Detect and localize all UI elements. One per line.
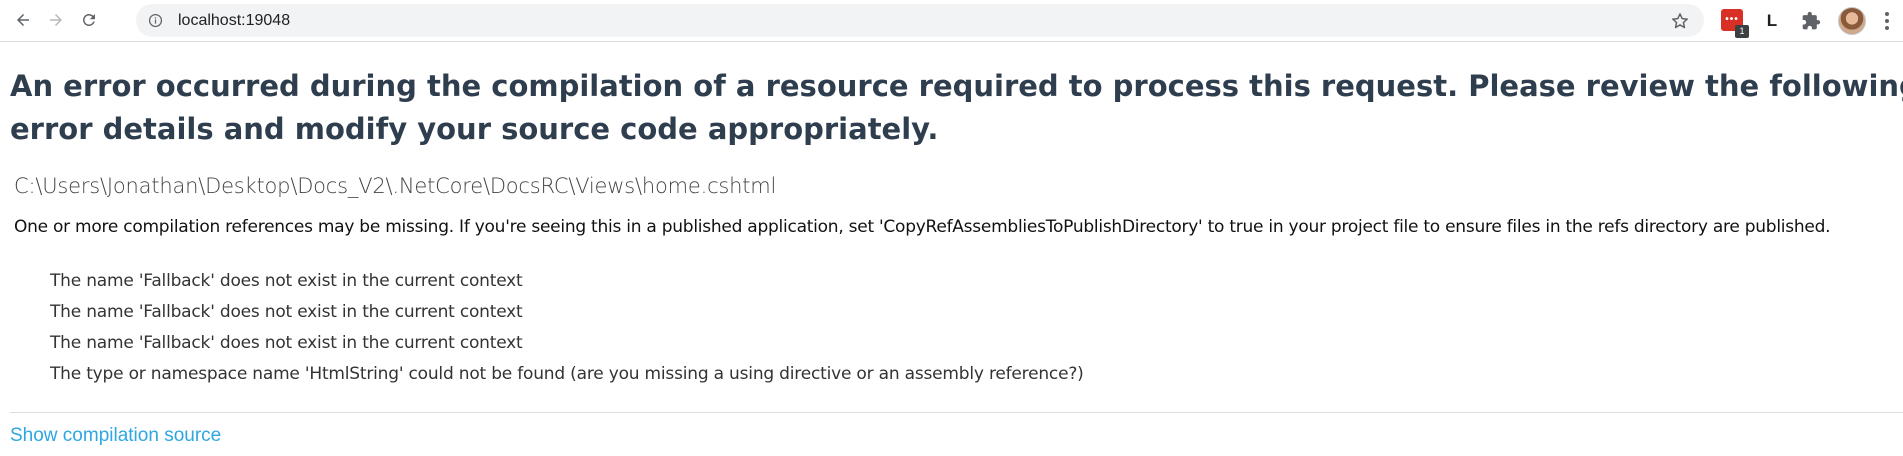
extension-badge: 1: [1735, 25, 1749, 38]
error-item: The name 'Fallback' does not exist in th…: [50, 271, 523, 291]
error-explanation: One or more compilation references may b…: [14, 217, 1831, 237]
error-list: The name 'Fallback' does not exist in th…: [50, 271, 1084, 395]
error-item: The type or namespace name 'HtmlString' …: [50, 364, 1084, 384]
arrow-right-icon: [50, 14, 62, 26]
extension-button-l[interactable]: L: [1762, 9, 1782, 33]
reload-icon: [82, 13, 95, 26]
puzzle-icon: [1802, 11, 1821, 30]
show-compilation-source-link[interactable]: Show compilation source: [10, 425, 221, 447]
source-file-path: C:\Users\Jonathan\Desktop\Docs_V2\.NetCo…: [14, 174, 777, 198]
address-bar[interactable]: localhost:19048: [136, 4, 1704, 37]
star-icon[interactable]: [1670, 11, 1690, 31]
extensions-button[interactable]: [1799, 9, 1823, 33]
error-page: An error occurred during the compilation…: [0, 43, 1903, 456]
info-icon[interactable]: [148, 13, 163, 28]
reload-button[interactable]: [75, 5, 103, 35]
url-text[interactable]: localhost:19048: [178, 12, 290, 30]
page-title: An error occurred during the compilation…: [10, 65, 1903, 151]
page-title-line-1: An error occurred during the compilation…: [10, 69, 1903, 103]
profile-avatar[interactable]: [1838, 7, 1866, 35]
extension-dots-icon: •••: [1725, 14, 1739, 25]
back-button[interactable]: [9, 5, 37, 35]
error-item: The name 'Fallback' does not exist in th…: [50, 302, 523, 322]
divider: [10, 412, 1903, 413]
browser-toolbar: localhost:19048 ••• 1 L: [0, 0, 1903, 42]
arrow-left-icon: [17, 14, 29, 26]
page-title-line-2: error details and modify your source cod…: [10, 112, 939, 146]
forward-button[interactable]: [42, 5, 70, 35]
error-item: The name 'Fallback' does not exist in th…: [50, 333, 523, 353]
extension-button-red[interactable]: ••• 1: [1721, 9, 1749, 38]
kebab-menu-icon[interactable]: [1880, 9, 1894, 33]
